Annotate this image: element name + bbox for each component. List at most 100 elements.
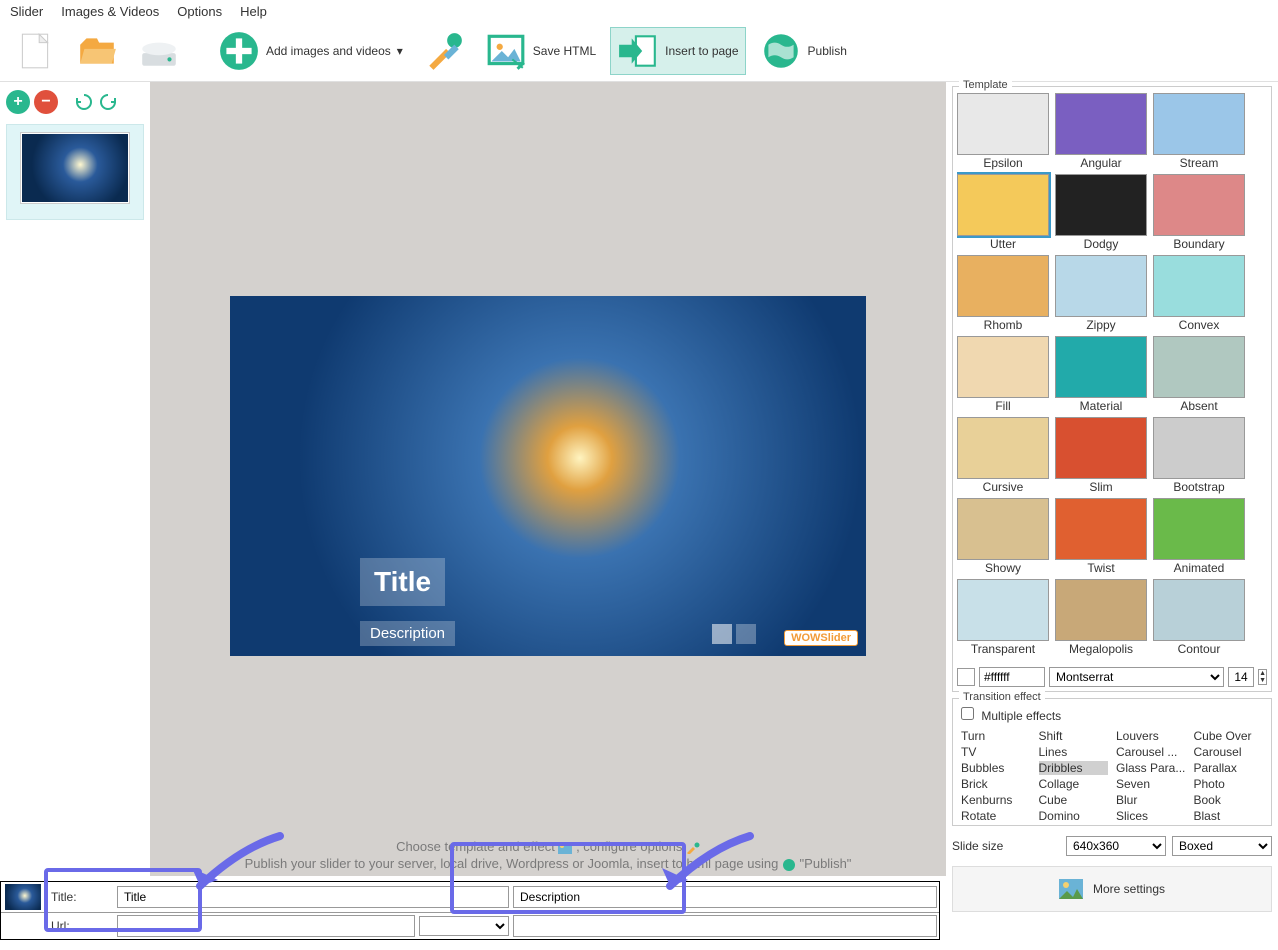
template-item[interactable]: Fill	[957, 336, 1049, 413]
transition-item[interactable]: Cube	[1039, 793, 1109, 807]
menu-help[interactable]: Help	[240, 4, 267, 19]
slide-size-select[interactable]: 640x360	[1066, 836, 1166, 856]
template-item[interactable]: Dodgy	[1055, 174, 1147, 251]
font-size-down[interactable]: ▼	[1259, 677, 1266, 684]
template-thumb	[1153, 336, 1245, 398]
transition-group: Transition effect Multiple effects TurnS…	[952, 698, 1272, 826]
transition-item[interactable]: Cube Over	[1194, 729, 1264, 743]
template-item[interactable]: Slim	[1055, 417, 1147, 494]
menu-slider[interactable]: Slider	[10, 4, 43, 19]
template-item[interactable]: Animated	[1153, 498, 1245, 575]
open-button[interactable]	[70, 28, 124, 74]
template-thumb	[957, 93, 1049, 155]
menu-options[interactable]: Options	[177, 4, 222, 19]
template-item[interactable]: Contour	[1153, 579, 1245, 656]
slide-thumbnail-selected[interactable]	[6, 124, 144, 220]
transition-item[interactable]: Collage	[1039, 777, 1109, 791]
add-slide-button[interactable]: +	[6, 90, 30, 114]
template-item[interactable]: Utter	[957, 174, 1049, 251]
font-size-input[interactable]	[1228, 667, 1254, 687]
template-item[interactable]: Bootstrap	[1153, 417, 1245, 494]
template-item[interactable]: Rhomb	[957, 255, 1049, 332]
template-name: Megalopolis	[1055, 642, 1147, 656]
remove-slide-button[interactable]: −	[34, 90, 58, 114]
insert-to-page-button[interactable]: Insert to page	[610, 27, 745, 75]
template-thumb	[1153, 255, 1245, 317]
settings-panel: Template EpsilonAngularStreamUtterDodgyB…	[946, 82, 1278, 876]
template-scroll[interactable]: EpsilonAngularStream UtterDodgyBoundary Rh…	[957, 93, 1267, 663]
preview-description: Description	[360, 621, 455, 646]
template-thumb	[1055, 498, 1147, 560]
transition-item[interactable]: Louvers	[1116, 729, 1186, 743]
insert-icon	[617, 30, 659, 72]
template-thumb	[1055, 93, 1147, 155]
template-item[interactable]: Boundary	[1153, 174, 1245, 251]
preview-panel: Title Description WOWSlider Choose templ…	[150, 82, 946, 876]
template-name: Zippy	[1055, 318, 1147, 332]
add-images-button[interactable]: Add images and videos ▾	[212, 28, 409, 74]
url-target-select[interactable]	[419, 916, 509, 936]
options-tool-button[interactable]	[417, 28, 471, 74]
template-item[interactable]: Showy	[957, 498, 1049, 575]
transition-item[interactable]: Turn	[961, 729, 1031, 743]
transition-item[interactable]: Domino	[1039, 809, 1109, 821]
title-input[interactable]	[117, 886, 509, 908]
template-item[interactable]: Cursive	[957, 417, 1049, 494]
template-item[interactable]: Material	[1055, 336, 1147, 413]
transition-item[interactable]: Seven	[1116, 777, 1186, 791]
transition-item[interactable]: Parallax	[1194, 761, 1264, 775]
description-input[interactable]	[513, 886, 937, 908]
font-size-up[interactable]: ▲	[1259, 670, 1266, 677]
template-item[interactable]: Epsilon	[957, 93, 1049, 170]
rotate-left-icon[interactable]	[74, 92, 94, 112]
template-item[interactable]: Megalopolis	[1055, 579, 1147, 656]
multiple-effects-checkbox[interactable]: Multiple effects	[961, 709, 1061, 723]
publish-label: Publish	[808, 44, 847, 58]
more-settings-button[interactable]: More settings	[952, 866, 1272, 912]
url-input[interactable]	[117, 915, 415, 937]
color-swatch[interactable]	[957, 668, 975, 686]
transition-item[interactable]: Rotate	[961, 809, 1031, 821]
transition-item[interactable]: Photo	[1194, 777, 1264, 791]
menu-images-videos[interactable]: Images & Videos	[61, 4, 159, 19]
template-item[interactable]: Absent	[1153, 336, 1245, 413]
transition-item[interactable]: Carousel	[1194, 745, 1264, 759]
transition-item[interactable]: Dribbles	[1039, 761, 1109, 775]
transition-item[interactable]: Blast	[1194, 809, 1264, 821]
transition-item[interactable]: Slices	[1116, 809, 1186, 821]
save-html-button[interactable]: Save HTML	[479, 28, 602, 74]
new-button[interactable]	[8, 28, 62, 74]
transition-item[interactable]: Bubbles	[961, 761, 1031, 775]
transition-item[interactable]: Shift	[1039, 729, 1109, 743]
template-item[interactable]: Convex	[1153, 255, 1245, 332]
font-select[interactable]: Montserrat	[1049, 667, 1224, 687]
template-item[interactable]: Zippy	[1055, 255, 1147, 332]
template-name: Fill	[957, 399, 1049, 413]
transition-item[interactable]: Book	[1194, 793, 1264, 807]
rotate-right-icon[interactable]	[98, 92, 118, 112]
transition-scroll[interactable]: Turn Shift Louvers Cube Over TV Lines Carousel…	[957, 727, 1267, 821]
template-item[interactable]: Stream	[1153, 93, 1245, 170]
transition-item[interactable]: TV	[961, 745, 1031, 759]
transition-item[interactable]: Brick	[961, 777, 1031, 791]
template-item[interactable]: Angular	[1055, 93, 1147, 170]
template-item[interactable]: Transparent	[957, 579, 1049, 656]
tools-icon	[423, 30, 465, 72]
transition-item[interactable]: Blur	[1116, 793, 1186, 807]
transition-item[interactable]: Kenburns	[961, 793, 1031, 807]
slider-preview: Title Description WOWSlider	[230, 296, 866, 656]
template-item[interactable]: Twist	[1055, 498, 1147, 575]
url-extra-input[interactable]	[513, 915, 937, 937]
template-name: Convex	[1153, 318, 1245, 332]
more-settings-label: More settings	[1093, 882, 1165, 896]
transition-item[interactable]: Lines	[1039, 745, 1109, 759]
color-input[interactable]	[979, 667, 1045, 687]
slide-mode-select[interactable]: Boxed	[1172, 836, 1272, 856]
publish-button[interactable]: Publish	[754, 28, 853, 74]
transition-item[interactable]: Glass Para...	[1116, 761, 1186, 775]
template-thumb	[1153, 579, 1245, 641]
save-project-button[interactable]	[132, 28, 186, 74]
transition-item[interactable]: Carousel ...	[1116, 745, 1186, 759]
template-thumb	[1055, 174, 1147, 236]
template-thumb	[957, 255, 1049, 317]
